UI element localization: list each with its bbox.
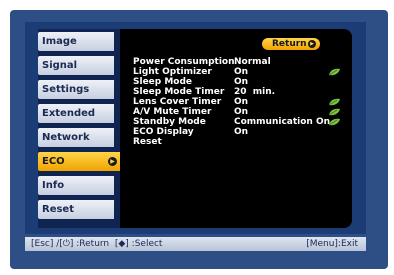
enter-icon: ▶	[108, 157, 117, 166]
menu-item-label: Reset	[42, 204, 74, 215]
setting-label: Lens Cover Timer	[133, 97, 222, 107]
menu-item-network[interactable]: Network	[38, 128, 114, 147]
menu-item-reset[interactable]: Reset	[38, 200, 114, 219]
menu-item-eco[interactable]: ECO ▶	[38, 152, 120, 171]
eco-leaf-icon	[328, 68, 340, 76]
status-hint-exit: [Menu]:Exit	[306, 239, 358, 249]
setting-standby-mode[interactable]: Standby Mode Communication On	[133, 117, 343, 127]
setting-label: Standby Mode	[133, 117, 206, 127]
setting-sleep-mode[interactable]: Sleep Mode On	[133, 77, 343, 87]
setting-value: On	[234, 97, 249, 107]
setting-label: Sleep Mode Timer	[133, 87, 225, 97]
menu-item-label: Info	[42, 180, 65, 191]
setting-power-consumption[interactable]: Power Consumption Normal	[133, 57, 343, 67]
setting-value: Normal	[234, 57, 271, 67]
setting-label: Power Consumption	[133, 57, 235, 67]
setting-value: On	[234, 127, 249, 137]
enter-icon: ▶	[308, 40, 316, 48]
eco-leaf-icon	[328, 108, 340, 116]
menu-item-label: Settings	[42, 84, 90, 95]
menu-item-label: Extended	[42, 108, 96, 119]
menu-item-info[interactable]: Info	[38, 176, 114, 195]
menu-item-image[interactable]: Image	[38, 32, 114, 51]
setting-label: Sleep Mode	[133, 77, 193, 87]
return-button[interactable]: Return ▶	[262, 38, 320, 50]
setting-light-optimizer[interactable]: Light Optimizer On	[133, 67, 343, 77]
menu-item-signal[interactable]: Signal	[38, 56, 114, 75]
eco-leaf-icon	[328, 118, 340, 126]
setting-value: Communication On	[234, 117, 331, 127]
status-bar: [Esc] /[⏻] :Return [◆] :Select [Menu]:Ex…	[25, 237, 366, 251]
setting-label: A/V Mute Timer	[133, 107, 212, 117]
setting-reset[interactable]: Reset	[133, 137, 343, 147]
status-hint-navigation: [Esc] /[⏻] :Return [◆] :Select	[31, 239, 163, 249]
setting-value: On	[234, 107, 249, 117]
menu-item-label: ECO	[42, 156, 65, 167]
setting-value: On	[234, 67, 249, 77]
return-label: Return	[272, 39, 307, 49]
menu-item-label: Image	[42, 36, 77, 47]
eco-leaf-icon	[328, 98, 340, 106]
setting-av-mute-timer[interactable]: A/V Mute Timer On	[133, 107, 343, 117]
setting-label: Reset	[133, 137, 162, 147]
menu-item-label: Signal	[42, 60, 78, 71]
setting-label: Light Optimizer	[133, 67, 212, 77]
setting-lens-cover-timer[interactable]: Lens Cover Timer On	[133, 97, 343, 107]
setting-label: ECO Display	[133, 127, 194, 137]
menu-item-settings[interactable]: Settings	[38, 80, 114, 99]
setting-value: On	[234, 77, 249, 87]
menu-item-label: Network	[42, 132, 90, 143]
setting-eco-display[interactable]: ECO Display On	[133, 127, 343, 137]
setting-sleep-mode-timer[interactable]: Sleep Mode Timer 20 min.	[133, 87, 343, 97]
menu-item-extended[interactable]: Extended	[38, 104, 114, 123]
setting-value: 20 min.	[234, 87, 276, 97]
